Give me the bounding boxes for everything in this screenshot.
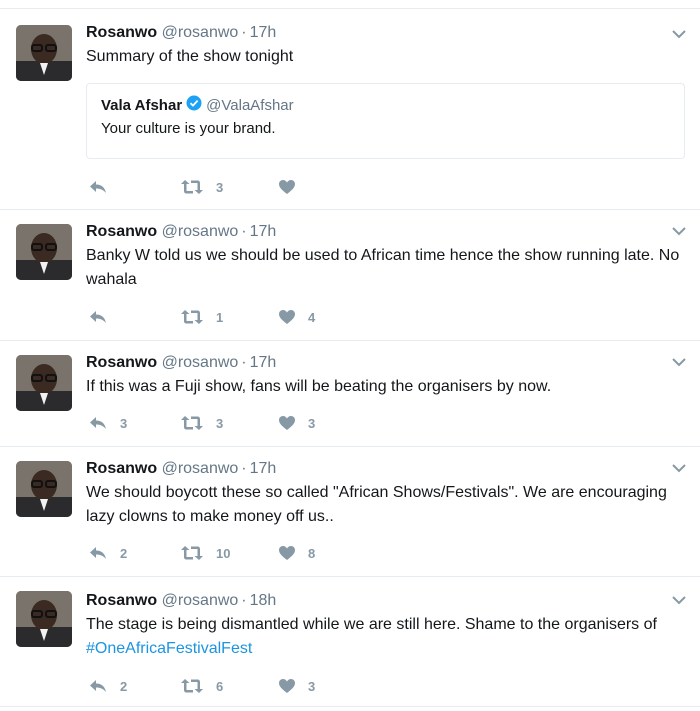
timestamp[interactable]: 17h [250,24,277,41]
separator-dot: · [241,223,247,240]
tweet-text-body: The stage is being dismantled while we a… [86,616,657,633]
chevron-down-icon[interactable] [672,463,686,473]
reply-icon [90,547,106,559]
like-count: 3 [308,678,316,694]
tweet[interactable]: Rosanwo @rosanwo · 17h Banky W told us we … [0,209,700,340]
reply-icon [90,181,106,193]
timestamp[interactable]: 17h [250,223,277,240]
like-button[interactable]: 4 [278,307,315,327]
avatar[interactable] [16,224,72,280]
reply-button[interactable] [88,177,120,197]
author-name[interactable]: Rosanwo [86,460,157,477]
author-handle[interactable]: @rosanwo [162,354,239,371]
retweet-icon [181,416,203,430]
reply-count: 2 [120,545,128,561]
tweet-header: Rosanwo @rosanwo · 17h [86,222,276,242]
tweet-text: The stage is being dismantled while we a… [86,613,690,661]
separator-dot: · [241,460,247,477]
retweet-icon [181,546,203,560]
tweet-header: Rosanwo @rosanwo · 18h [86,591,276,611]
like-button[interactable]: 8 [278,543,315,563]
chevron-down-icon[interactable] [672,29,686,39]
heart-icon [279,180,295,194]
tweet-text: If this was a Fuji show, fans will be be… [86,378,552,395]
quoted-tweet[interactable]: Vala Afshar @ValaAfshar Your culture is … [86,83,685,159]
retweet-icon [181,679,203,693]
author-name[interactable]: Rosanwo [86,592,157,609]
like-count: 4 [308,309,316,325]
hashtag-link[interactable]: #OneAfricaFestivalFest [86,640,252,657]
author-handle[interactable]: @rosanwo [162,460,239,477]
like-button[interactable] [278,177,308,197]
timestamp[interactable]: 17h [250,354,277,371]
reply-icon [90,417,106,429]
chevron-down-icon[interactable] [672,595,686,605]
author-handle[interactable]: @rosanwo [162,223,239,240]
reply-count: 2 [120,678,128,694]
reply-button[interactable]: 2 [88,676,127,696]
timestamp[interactable]: 17h [250,460,277,477]
timestamp[interactable]: 18h [250,592,277,609]
avatar[interactable] [16,25,72,81]
author-name[interactable]: Rosanwo [86,24,157,41]
retweet-count: 3 [216,415,224,431]
reply-icon [90,680,106,692]
quoted-tweet-header: Vala Afshar @ValaAfshar [101,95,294,117]
avatar[interactable] [16,591,72,647]
retweet-count: 3 [216,179,224,195]
author-name[interactable]: Rosanwo [86,223,157,240]
quoted-tweet-text: Your culture is your brand. [101,120,276,137]
heart-icon [279,416,295,430]
heart-icon [279,679,295,693]
retweet-button[interactable]: 1 [180,307,223,327]
retweet-icon [181,310,203,324]
retweet-icon [181,180,203,194]
author-name[interactable]: Rosanwo [86,354,157,371]
separator-dot: · [241,24,247,41]
reply-button[interactable]: 2 [88,543,127,563]
avatar[interactable] [16,355,72,411]
reply-count: 3 [120,415,128,431]
retweet-button[interactable]: 3 [180,413,223,433]
separator-dot: · [241,354,247,371]
like-button[interactable]: 3 [278,676,315,696]
reply-icon [90,311,106,323]
heart-icon [279,310,295,324]
retweet-button[interactable]: 6 [180,676,223,696]
retweet-count: 1 [216,309,224,325]
retweet-count: 6 [216,678,224,694]
avatar[interactable] [16,461,72,517]
like-count: 8 [308,545,316,561]
chevron-down-icon[interactable] [672,357,686,367]
tweet-text: Summary of the show tonight [86,48,294,65]
quoted-author-name: Vala Afshar [101,97,183,114]
tweet[interactable]: Rosanwo @rosanwo · 18h The stage is being … [0,576,700,707]
tweet[interactable]: Rosanwo @rosanwo · 17h We should boycott t… [0,446,700,576]
tweet-text: We should boycott these so called "Afric… [86,484,667,525]
tweet-text: Banky W told us we should be used to Afr… [86,247,680,288]
tweet-header: Rosanwo @rosanwo · 17h [86,23,276,43]
reply-button[interactable]: 3 [88,413,127,433]
retweet-count: 10 [216,545,231,561]
retweet-button[interactable]: 3 [180,177,223,197]
chevron-down-icon[interactable] [672,226,686,236]
separator-dot: · [241,592,247,609]
author-handle[interactable]: @rosanwo [162,24,239,41]
like-button[interactable]: 3 [278,413,315,433]
retweet-button[interactable]: 10 [180,543,230,563]
tweet[interactable]: Rosanwo @rosanwo · 17h If this was a Fuji … [0,340,700,446]
quoted-author-handle: @ValaAfshar [206,97,294,114]
heart-icon [279,546,295,560]
tweet[interactable]: Rosanwo @rosanwo · 17h Summary of the show… [0,8,700,209]
like-count: 3 [308,415,316,431]
author-handle[interactable]: @rosanwo [162,592,239,609]
tweet-header: Rosanwo @rosanwo · 17h [86,459,276,479]
verified-badge-icon [186,95,202,117]
tweet-header: Rosanwo @rosanwo · 17h [86,353,276,373]
reply-button[interactable] [88,307,120,327]
